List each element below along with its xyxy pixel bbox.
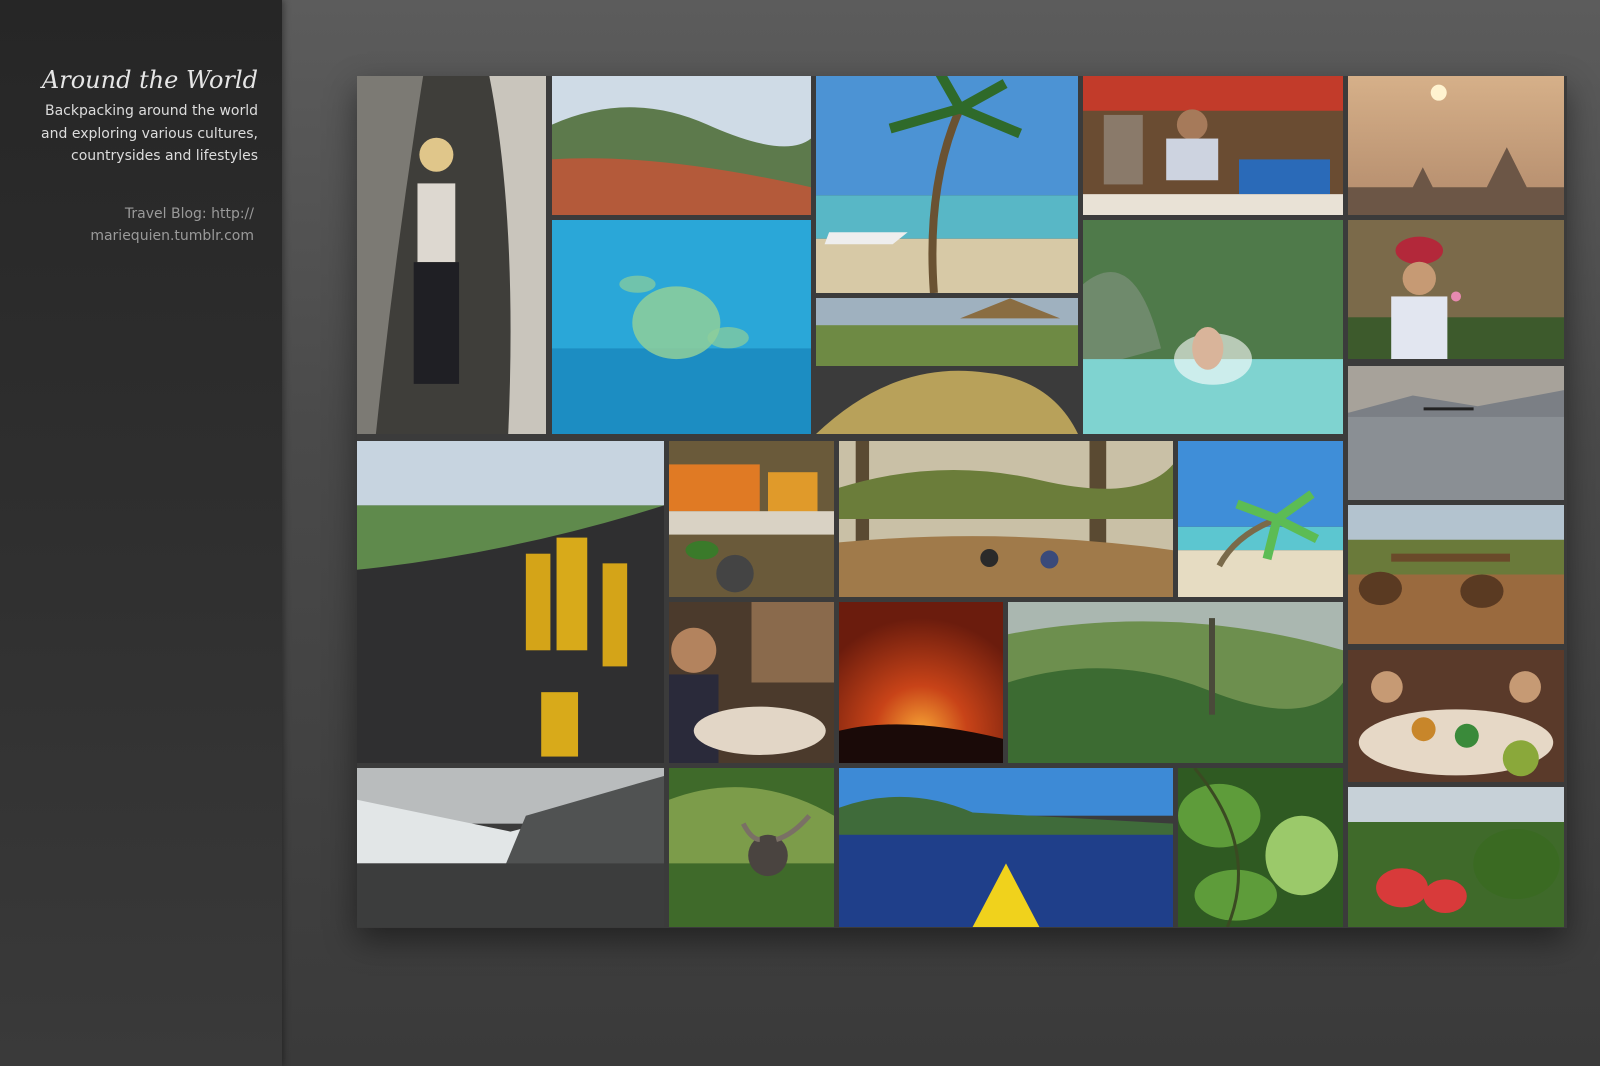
photo-crater-lake[interactable]: [552, 76, 811, 215]
photo-coconut-seller-image: [669, 602, 834, 763]
site-title: Around the World: [41, 66, 258, 94]
photo-village-elder[interactable]: [1348, 220, 1564, 359]
photo-street-food-image: [1348, 650, 1564, 782]
blog-link[interactable]: mariequien.tumblr.com: [90, 228, 254, 244]
sidebar: Around the World Backpacking around the …: [0, 0, 282, 1066]
photo-river-splash[interactable]: [1083, 220, 1343, 434]
photo-glacier-trek[interactable]: [357, 768, 664, 927]
photo-kayak-lake[interactable]: [839, 768, 1173, 927]
photo-sea-turtle[interactable]: [552, 220, 811, 434]
photo-forest-trail-image: [839, 441, 1173, 597]
photo-coconut-pile-image: [816, 298, 1078, 434]
photo-rainforest-image: [1008, 602, 1343, 763]
photo-tropical-palms-image: [1178, 441, 1343, 597]
photo-glacier-trek-image: [357, 768, 664, 927]
photo-market-vendor-image: [1083, 76, 1343, 215]
photo-kayak-lake-image: [839, 768, 1173, 927]
photo-water-buffalo[interactable]: [669, 768, 834, 927]
tagline-line-1: Backpacking around the world: [44, 103, 258, 119]
photo-palm-beach-boats[interactable]: [816, 76, 1078, 293]
photo-coconut-seller[interactable]: [669, 602, 834, 763]
photo-market-vendor[interactable]: [1083, 76, 1343, 215]
photo-tropical-palms[interactable]: [1178, 441, 1343, 597]
tagline-line-2: and exploring various cultures,: [41, 126, 258, 142]
photo-sunrise-temples-image: [1348, 76, 1564, 215]
photo-watermelon-field-image: [1348, 787, 1564, 927]
photo-lake-fishermen[interactable]: [1348, 366, 1564, 500]
photo-ox-cart[interactable]: [1348, 505, 1564, 644]
photo-forest-trail[interactable]: [839, 441, 1173, 597]
photo-water-buffalo-image: [669, 768, 834, 927]
photo-cave-hiker-image: [357, 76, 546, 434]
photo-cave-hiker[interactable]: [357, 76, 546, 434]
photo-sea-turtle-image: [552, 220, 811, 434]
photo-coconut-pile[interactable]: [816, 298, 1078, 434]
photo-lava-glow[interactable]: [839, 602, 1003, 763]
photo-river-splash-image: [1083, 220, 1343, 434]
photo-crater-lake-image: [552, 76, 811, 215]
photo-lake-fishermen-image: [1348, 366, 1564, 500]
photo-palm-beach-boats-image: [816, 76, 1078, 293]
blog-label: Travel Blog: http://: [124, 206, 254, 222]
photo-volcano-boarders-image: [357, 441, 664, 763]
photo-watermelon-field[interactable]: [1348, 787, 1564, 927]
photo-fruit-stall[interactable]: [669, 441, 834, 597]
photo-green-leaves[interactable]: [1178, 768, 1343, 927]
photo-fruit-stall-image: [669, 441, 834, 597]
photo-gallery: [357, 76, 1567, 928]
photo-green-leaves-image: [1178, 768, 1343, 927]
photo-sunrise-temples[interactable]: [1348, 76, 1564, 215]
photo-ox-cart-image: [1348, 505, 1564, 644]
photo-street-food[interactable]: [1348, 650, 1564, 782]
photo-village-elder-image: [1348, 220, 1564, 359]
photo-rainforest[interactable]: [1008, 602, 1343, 763]
photo-lava-glow-image: [839, 602, 1003, 763]
photo-volcano-boarders[interactable]: [357, 441, 664, 763]
tagline-line-3: countrysides and lifestyles: [71, 148, 258, 164]
